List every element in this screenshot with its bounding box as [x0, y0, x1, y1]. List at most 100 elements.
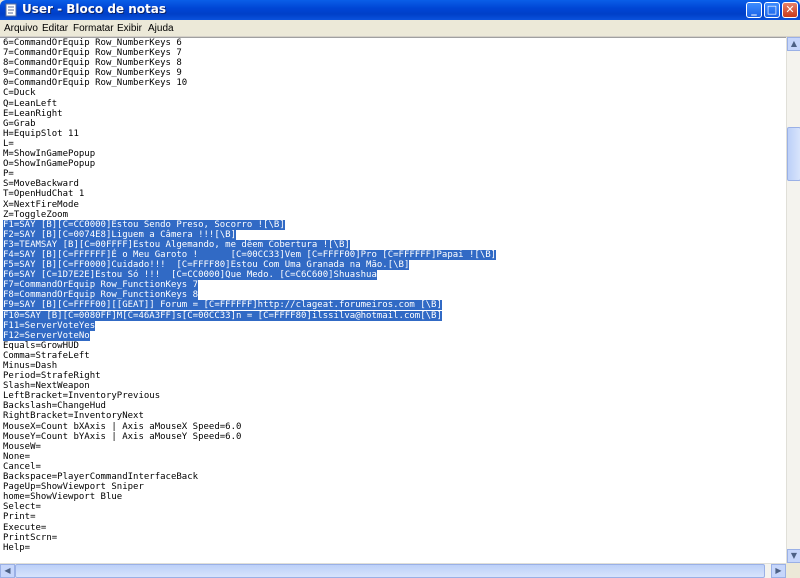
text-line: 6=CommandOrEquip Row_NumberKeys 6 — [3, 38, 496, 48]
text-editor[interactable]: 6=CommandOrEquip Row_NumberKeys 6 7=Comma… — [0, 37, 786, 563]
text-line: F5=SAY [B][C=FF0000]Cuidado!!! [C=FFFF80… — [3, 260, 496, 271]
text-line: F8=CommandOrEquip Row_FunctionKeys 8 — [3, 290, 496, 301]
text-line-content: F8=CommandOrEquip Row_FunctionKeys 8 — [3, 290, 199, 301]
text-line-content: 9=CommandOrEquip Row_NumberKeys 9 — [3, 68, 182, 79]
text-line: Backspace=PlayerCommandInterfaceBack — [3, 472, 496, 482]
menu-bar: Arquivo Editar Formatar Exibir Ajuda — [0, 20, 800, 37]
text-line-content: F3=TEAMSAY [B][C=00FFFF]Estou Algemando,… — [3, 239, 350, 250]
text-line: Execute= — [3, 523, 496, 533]
text-line: F7=CommandOrEquip Row_FunctionKeys 7 — [3, 280, 496, 291]
text-line: PrintScrn= — [3, 533, 496, 543]
text-line: C=Duck — [3, 88, 496, 98]
text-line: Help= — [3, 543, 496, 553]
text-line: O=ShowInGamePopup — [3, 159, 496, 169]
text-line: None= — [3, 452, 496, 462]
scroll-left-icon[interactable]: ◀ — [0, 564, 15, 578]
text-line: 0=CommandOrEquip Row_NumberKeys 10 — [3, 78, 496, 88]
scroll-right-icon[interactable]: ▶ — [771, 564, 786, 578]
text-line-content: F10=SAY [B][C=0080FF]M[C=46A3FF]s[C=00CC… — [3, 310, 442, 321]
text-line-content: Help= — [3, 542, 31, 553]
text-line-content: 7=CommandOrEquip Row_NumberKeys 7 — [3, 48, 182, 59]
text-line-content: F2=SAY [B][C=0074E8]Liguem a Câmera !!![… — [3, 229, 236, 240]
text-line-content: None= — [3, 451, 31, 462]
text-line: M=ShowInGamePopup — [3, 149, 496, 159]
text-line: F11=ServerVoteYes — [3, 320, 496, 331]
text-line-content: F11=ServerVoteYes — [3, 320, 96, 331]
text-line: RightBracket=InventoryNext — [3, 411, 496, 421]
text-line: Equals=GrowHUD — [3, 341, 496, 351]
menu-formatar[interactable]: Formatar — [73, 23, 114, 34]
text-line-content: MouseY=Count bYAxis | Axis aMouseY Speed… — [3, 431, 242, 442]
text-line: Q=LeanLeft — [3, 99, 496, 109]
text-line: F3=TEAMSAY [B][C=00FFFF]Estou Algemando,… — [3, 239, 496, 250]
maximize-button[interactable]: □ — [764, 2, 780, 18]
text-line-content: S=MoveBackward — [3, 179, 79, 190]
horizontal-scrollbar[interactable]: ◀ ▶ — [0, 563, 786, 578]
text-line-content: Select= — [3, 502, 41, 513]
text-line-content: X=NextFireMode — [3, 199, 79, 210]
text-line-content: MouseX=Count bXAxis | Axis aMouseX Speed… — [3, 421, 242, 432]
text-line-content: 0=CommandOrEquip Row_NumberKeys 10 — [3, 78, 188, 89]
text-line-content: Execute= — [3, 522, 47, 533]
text-line: Period=StrafeRight — [3, 371, 496, 381]
text-line-content: F9=SAY [B][C=FFFF00][[GEAT]] Forum = [C=… — [3, 300, 442, 311]
minimize-button[interactable]: _ — [746, 2, 762, 18]
text-line-content: Minus=Dash — [3, 361, 58, 371]
text-line-content: F1=SAY [B][C=CC0000]Estou Sendo Preso, S… — [3, 219, 285, 230]
text-line: X=NextFireMode — [3, 200, 496, 210]
text-line-content: PageUp=ShowViewport Sniper — [3, 482, 144, 493]
text-line-content: F4=SAY [B][C=FFFFFF]É o Meu Garoto ! [C=… — [3, 249, 497, 260]
horizontal-scroll-thumb[interactable] — [15, 564, 765, 578]
text-line: Comma=StrafeLeft — [3, 351, 496, 361]
text-line: F4=SAY [B][C=FFFFFF]É o Meu Garoto ! [C=… — [3, 249, 497, 260]
text-line: F10=SAY [B][C=0080FF]M[C=46A3FF]s[C=00CC… — [3, 310, 496, 321]
text-line: Print= — [3, 512, 496, 522]
text-line: Slash=NextWeapon — [3, 381, 496, 391]
text-line: PageUp=ShowViewport Sniper — [3, 482, 496, 492]
text-line-content: Print= — [3, 512, 36, 523]
text-line-content: home=ShowViewport Blue — [3, 492, 123, 503]
scroll-up-icon[interactable]: ▲ — [787, 37, 800, 51]
menu-exibir[interactable]: Exibir — [117, 23, 142, 34]
text-line: MouseX=Count bXAxis | Axis aMouseX Speed… — [3, 422, 496, 432]
text-line: Z=ToggleZoom — [3, 210, 496, 220]
vertical-scrollbar[interactable]: ▲ ▼ — [786, 37, 800, 563]
text-line: Cancel= — [3, 462, 496, 472]
text-line: P= — [3, 169, 496, 179]
text-line-content: G=Grab — [3, 118, 36, 129]
text-line-content: Backslash=ChangeHud — [3, 401, 106, 412]
text-line-content: Cancel= — [3, 461, 41, 472]
title-bar[interactable]: User - Bloco de notas _ □ ✕ — [0, 0, 800, 20]
text-line-content: F7=CommandOrEquip Row_FunctionKeys 7 — [3, 280, 199, 291]
vertical-scroll-thumb[interactable] — [787, 127, 800, 181]
text-line: F12=ServerVoteNo — [3, 330, 496, 341]
resize-grip[interactable] — [786, 563, 800, 578]
text-line-content: 6=CommandOrEquip Row_NumberKeys 6 — [3, 38, 182, 48]
text-line: L= — [3, 139, 496, 149]
text-line-content: Equals=GrowHUD — [3, 340, 79, 351]
text-line-content: T=OpenHudChat 1 — [3, 189, 85, 200]
text-line-content: E=LeanRight — [3, 108, 63, 119]
text-line-content: F12=ServerVoteNo — [3, 330, 90, 341]
menu-editar[interactable]: Editar — [42, 23, 68, 34]
text-line: MouseW= — [3, 442, 496, 452]
text-line-content: Slash=NextWeapon — [3, 381, 90, 392]
text-line: 7=CommandOrEquip Row_NumberKeys 7 — [3, 48, 496, 58]
text-line-content: 8=CommandOrEquip Row_NumberKeys 8 — [3, 58, 182, 69]
text-line: Select= — [3, 502, 496, 512]
text-line-content: P= — [3, 169, 14, 180]
menu-ajuda[interactable]: Ajuda — [148, 23, 174, 34]
text-line-content: C=Duck — [3, 88, 36, 99]
text-line-content: M=ShowInGamePopup — [3, 149, 96, 160]
text-line: F9=SAY [B][C=FFFF00][[GEAT]] Forum = [C=… — [3, 300, 496, 311]
text-line: T=OpenHudChat 1 — [3, 189, 496, 199]
window-title: User - Bloco de notas — [22, 2, 166, 16]
text-line-content: PrintScrn= — [3, 532, 58, 543]
text-line-content: O=ShowInGamePopup — [3, 159, 96, 170]
text-line: F2=SAY [B][C=0074E8]Liguem a Câmera !!![… — [3, 229, 496, 240]
notepad-window: User - Bloco de notas _ □ ✕ Arquivo Edit… — [0, 0, 800, 578]
close-button[interactable]: ✕ — [782, 2, 798, 18]
text-line-content: F5=SAY [B][C=FF0000]Cuidado!!! [C=FFFF80… — [3, 260, 410, 271]
menu-arquivo[interactable]: Arquivo — [4, 23, 38, 34]
scroll-down-icon[interactable]: ▼ — [787, 549, 800, 563]
